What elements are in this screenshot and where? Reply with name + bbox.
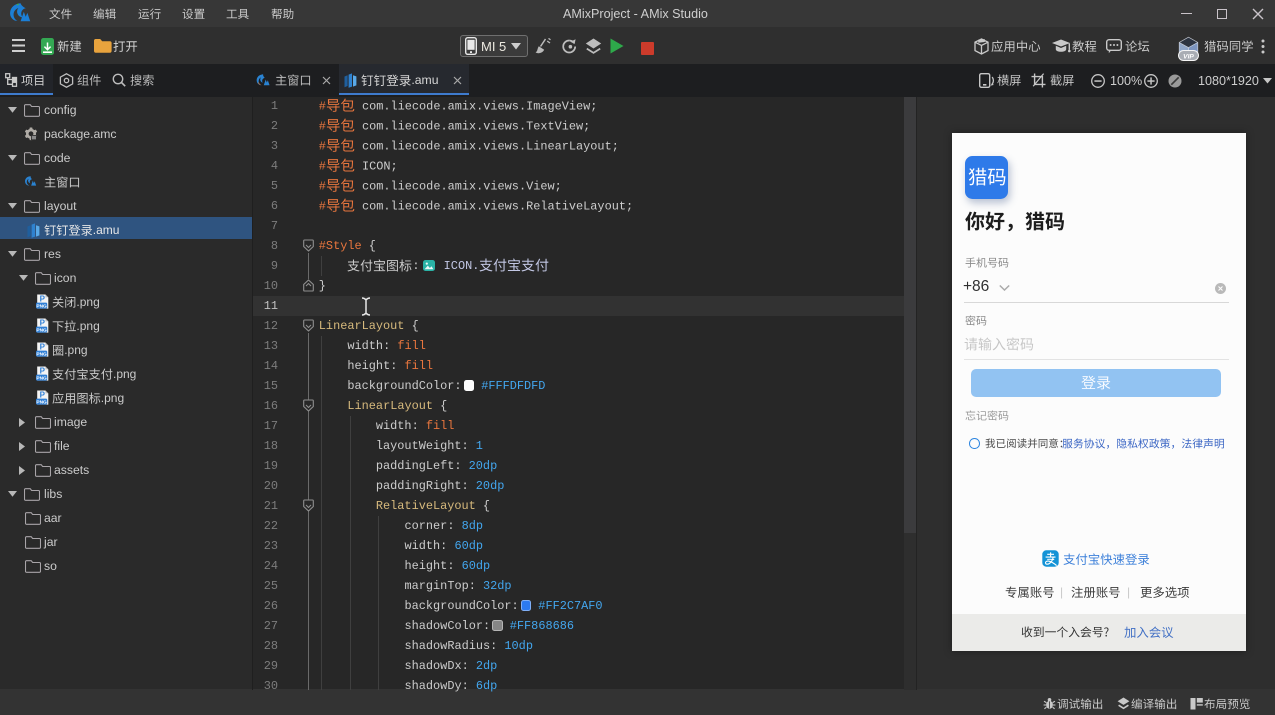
svg-text:P: P (40, 343, 46, 352)
svg-text:PNG: PNG (36, 303, 47, 309)
svg-text:PNG: PNG (36, 327, 47, 333)
svg-text:P: P (40, 391, 46, 400)
svg-text:PNG: PNG (36, 399, 47, 405)
svg-text:P: P (40, 319, 46, 328)
svg-text:P: P (40, 367, 46, 376)
svg-text:VIP: VIP (1183, 53, 1194, 60)
svg-text:P: P (40, 295, 46, 304)
svg-text:PNG: PNG (36, 375, 47, 381)
svg-text:PNG: PNG (36, 351, 47, 357)
